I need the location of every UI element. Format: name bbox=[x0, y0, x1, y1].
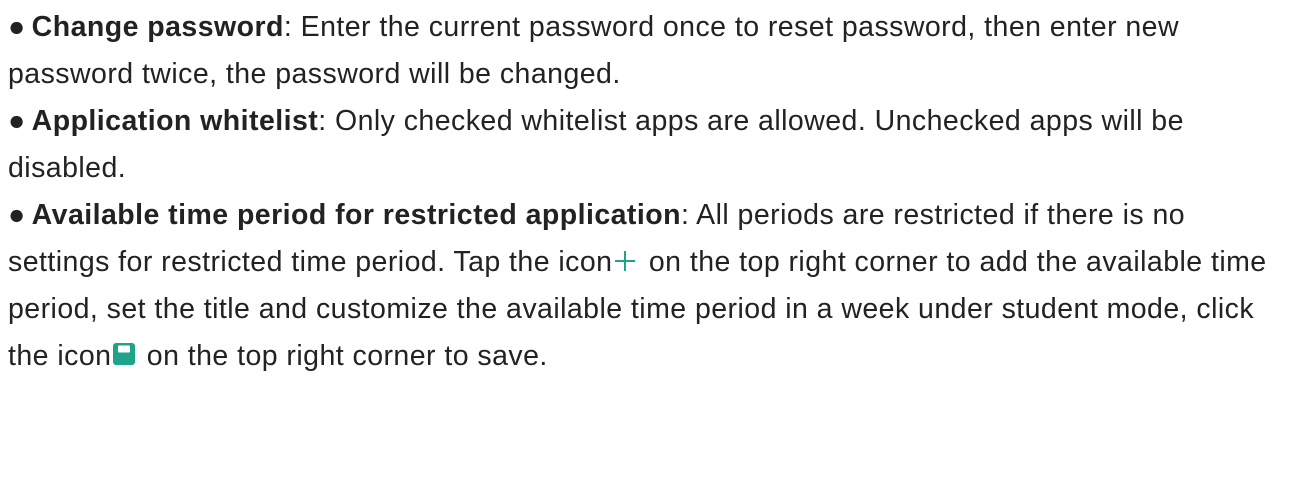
bullet: ● bbox=[8, 199, 26, 231]
term-change-password: Change password bbox=[31, 11, 284, 43]
term-application-whitelist: Application whitelist bbox=[31, 105, 319, 137]
term-available-time-period: Available time period for restricted app… bbox=[31, 199, 681, 231]
save-icon-label bbox=[118, 345, 131, 353]
plus-icon bbox=[614, 250, 636, 272]
paragraph-application-whitelist: ● Application whitelist: Only checked whi… bbox=[8, 98, 1284, 192]
paragraph-change-password: ● Change password: Enter the current pass… bbox=[8, 4, 1284, 98]
paragraph-available-time-period: ● Available time period for restricted ap… bbox=[8, 192, 1284, 380]
instruction-document: ● Change password: Enter the current pass… bbox=[8, 4, 1284, 380]
bullet: ● bbox=[8, 11, 26, 43]
bullet: ● bbox=[8, 105, 26, 137]
save-icon bbox=[113, 343, 136, 365]
description-time-period-part-3: on the top right corner to save. bbox=[138, 340, 548, 372]
